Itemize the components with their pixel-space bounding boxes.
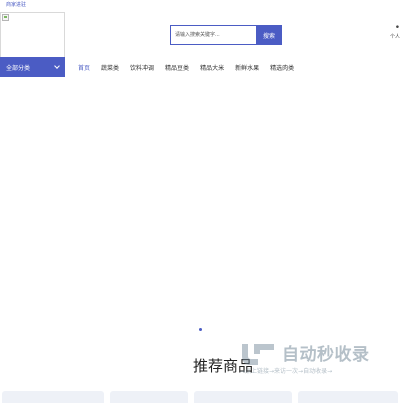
chevron-down-icon xyxy=(54,63,60,69)
user-center-link[interactable]: • 个人 xyxy=(386,23,400,41)
watermark-subtitle: →点上链接→来访一次→自动收录→ xyxy=(240,368,333,375)
recommended-section-title: 推荐商品 xyxy=(193,357,254,375)
search-input[interactable] xyxy=(170,25,256,45)
nav-item-beans[interactable]: 精品豆类 xyxy=(165,63,189,72)
product-card-row xyxy=(0,391,400,403)
product-card[interactable] xyxy=(194,391,292,403)
all-categories-button[interactable]: 全部分类 xyxy=(0,57,65,77)
nav-item-rice[interactable]: 精品大米 xyxy=(200,63,224,72)
user-label: 个人 xyxy=(389,34,400,40)
main-nav: 首页 蔬菜类 饮料冲调 精品豆类 精品大米 新鲜水果 精选肉类 xyxy=(78,63,294,72)
watermark-title: 自动秒收录 xyxy=(282,345,370,365)
merchant-entry-link[interactable]: 商家进驻 xyxy=(6,1,26,8)
nav-item-meat[interactable]: 精选肉类 xyxy=(270,63,294,72)
nav-item-vegetables[interactable]: 蔬菜类 xyxy=(101,63,119,72)
watermark: 自动秒收录 →点上链接→来访一次→自动收录→ xyxy=(238,338,400,378)
search-button[interactable]: 搜索 xyxy=(256,25,282,45)
product-card[interactable] xyxy=(2,391,104,403)
nav-item-fruits[interactable]: 新鲜水果 xyxy=(235,63,259,72)
product-card[interactable] xyxy=(110,391,188,403)
search-bar: 搜索 xyxy=(170,25,282,45)
all-categories-label: 全部分类 xyxy=(6,64,31,72)
user-icon: • xyxy=(394,23,400,33)
nav-item-beverages[interactable]: 饮料冲调 xyxy=(130,63,154,72)
nav-item-home[interactable]: 首页 xyxy=(78,63,90,72)
carousel-indicator-dot[interactable] xyxy=(199,328,202,331)
broken-image-icon xyxy=(2,14,9,21)
product-card[interactable] xyxy=(298,391,398,403)
